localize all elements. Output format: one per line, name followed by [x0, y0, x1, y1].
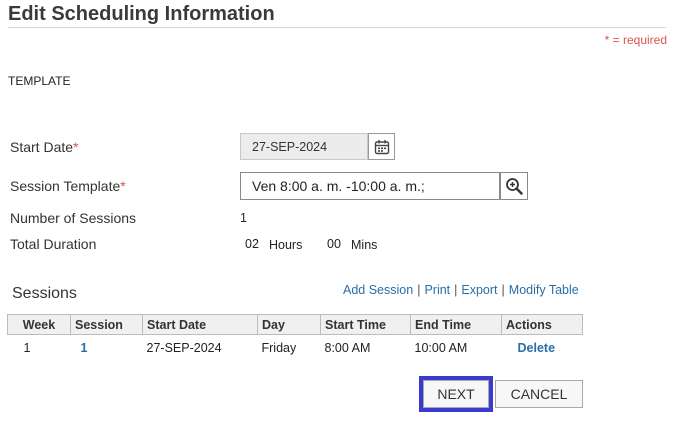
- sessions-table: Week Session Start Date Day Start Time E…: [7, 314, 583, 361]
- cell-week: 1: [23, 341, 31, 355]
- search-icon: [506, 178, 523, 195]
- start-date-field[interactable]: 27-SEP-2024: [240, 133, 368, 160]
- hours-value: 02: [245, 237, 259, 251]
- required-star: *: [120, 178, 126, 194]
- num-sessions-value: 1: [240, 211, 247, 225]
- session-template-label-text: Session Template: [10, 178, 121, 194]
- table-row: 1 1 27-SEP-2024 Friday 8:00 AM 10:00 AM …: [8, 335, 583, 362]
- sessions-toolbar: Add Session | Print | Export | Modify Table: [343, 283, 579, 297]
- table-header-row: Week Session Start Date Day Start Time E…: [7, 314, 583, 335]
- page-title: Edit Scheduling Information: [8, 3, 275, 25]
- hours-unit: Hours: [269, 238, 303, 252]
- modify-table-link[interactable]: Modify Table: [509, 283, 579, 297]
- print-link[interactable]: Print: [424, 283, 450, 297]
- session-template-field[interactable]: Ven 8:00 a. m. -10:00 a. m.;: [240, 172, 500, 200]
- cell-start-time: 8:00 AM: [324, 341, 371, 355]
- title-divider: [8, 27, 666, 28]
- col-start-time[interactable]: Start Time: [320, 314, 411, 335]
- required-note: * = required: [604, 33, 667, 47]
- col-week[interactable]: Week: [7, 314, 71, 335]
- mins-value: 00: [327, 237, 341, 251]
- sessions-title: Sessions: [12, 285, 77, 302]
- export-link[interactable]: Export: [461, 283, 497, 297]
- link-separator: |: [501, 283, 505, 297]
- template-search-button[interactable]: [500, 172, 528, 200]
- col-actions[interactable]: Actions: [501, 314, 583, 335]
- col-session[interactable]: Session: [70, 314, 143, 335]
- calendar-icon: [374, 139, 389, 154]
- required-star: *: [73, 139, 79, 155]
- cell-day: Friday: [261, 341, 297, 355]
- start-date-label-text: Start Date: [10, 139, 74, 155]
- cancel-button[interactable]: CANCEL: [495, 380, 583, 408]
- total-duration-label: Total Duration: [10, 236, 97, 252]
- link-separator: |: [454, 283, 458, 297]
- calendar-button[interactable]: [368, 133, 395, 160]
- col-end-time[interactable]: End Time: [410, 314, 502, 335]
- mins-unit: Mins: [351, 238, 378, 252]
- link-separator: |: [417, 283, 421, 297]
- cell-start-date: 27-SEP-2024: [146, 341, 222, 355]
- session-template-label: Session Template*: [10, 178, 126, 194]
- start-date-label: Start Date*: [10, 139, 78, 155]
- num-sessions-label: Number of Sessions: [10, 210, 137, 226]
- delete-link[interactable]: Delete: [518, 341, 556, 355]
- session-link[interactable]: 1: [81, 341, 88, 355]
- col-day[interactable]: Day: [257, 314, 321, 335]
- col-start-date[interactable]: Start Date: [142, 314, 258, 335]
- cell-end-time: 10:00 AM: [414, 341, 468, 355]
- next-button[interactable]: NEXT: [423, 380, 489, 408]
- section-label: TEMPLATE: [8, 74, 71, 88]
- add-session-link[interactable]: Add Session: [343, 283, 413, 297]
